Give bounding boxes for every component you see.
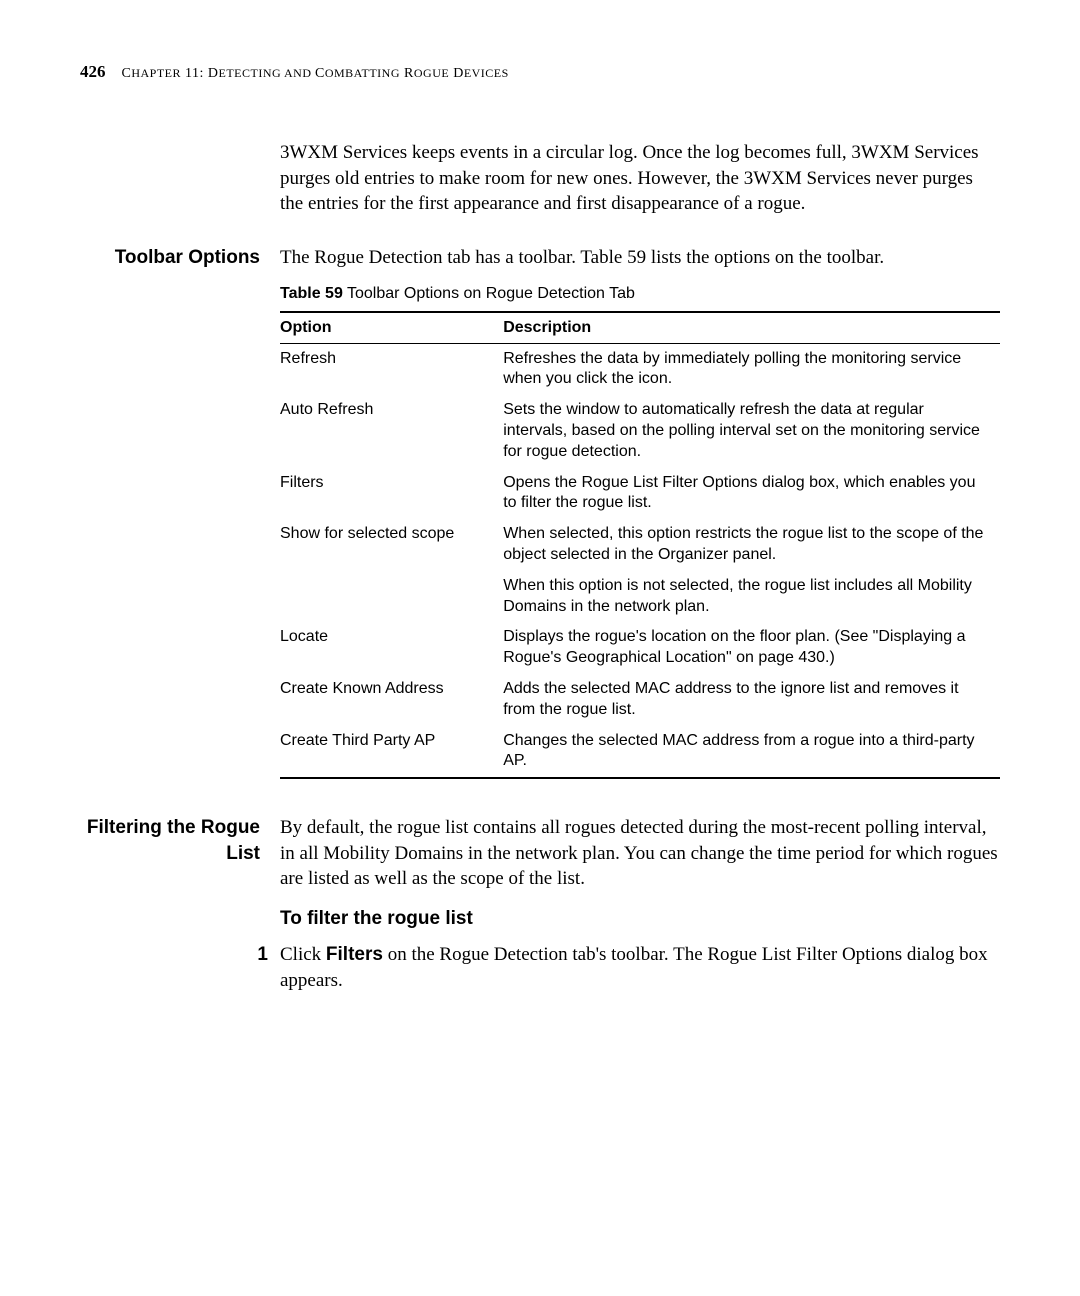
table-cell-desc: When this option is not selected, the ro…	[503, 571, 1000, 623]
table-cell-desc: Adds the selected MAC address to the ign…	[503, 674, 1000, 726]
filtering-section-body: By default, the rogue list contains all …	[280, 815, 1000, 892]
page-header: 426 CHAPTER 11: DETECTING AND COMBATTING…	[80, 62, 1000, 82]
filter-rogue-subheading: To filter the rogue list	[280, 908, 1000, 930]
table-header-description: Description	[503, 312, 1000, 344]
table-cell-option: Refresh	[280, 343, 503, 395]
table-row: Create Known AddressAdds the selected MA…	[280, 674, 1000, 726]
table-cell-desc: Displays the rogue's location on the flo…	[503, 622, 1000, 674]
table-caption: Table 59 Toolbar Options on Rogue Detect…	[280, 285, 1000, 303]
page-number: 426	[80, 62, 106, 82]
table-header-row: Option Description	[280, 312, 1000, 344]
table-row: When this option is not selected, the ro…	[280, 571, 1000, 623]
step-post: on the Rogue Detection tab's toolbar. Th…	[280, 944, 988, 991]
table-row: Show for selected scopeWhen selected, th…	[280, 519, 1000, 571]
section-heading-toolbar: Toolbar Options	[80, 245, 280, 271]
toolbar-options-section: Toolbar Options The Rogue Detection tab …	[80, 245, 1000, 271]
toolbar-options-table: Option Description RefreshRefreshes the …	[280, 311, 1000, 780]
section-heading-filtering: Filtering the Rogue List	[80, 815, 280, 866]
table-row: LocateDisplays the rogue's location on t…	[280, 622, 1000, 674]
intro-paragraph: 3WXM Services keeps events in a circular…	[280, 140, 1000, 217]
table-cell-option: Locate	[280, 622, 503, 674]
table-cell-option: Filters	[280, 468, 503, 520]
table-cell-desc: Opens the Rogue List Filter Options dial…	[503, 468, 1000, 520]
table-59: Table 59 Toolbar Options on Rogue Detect…	[280, 285, 1000, 780]
step-number: 1	[250, 942, 280, 968]
table-cell-option	[280, 571, 503, 623]
table-cell-option: Auto Refresh	[280, 395, 503, 467]
table-caption-text: Toolbar Options on Rogue Detection Tab	[343, 285, 635, 302]
table-row: Auto RefreshSets the window to automatic…	[280, 395, 1000, 467]
table-row: FiltersOpens the Rogue List Filter Optio…	[280, 468, 1000, 520]
step-1: 1 Click Filters on the Rogue Detection t…	[250, 942, 1000, 993]
table-row: RefreshRefreshes the data by immediately…	[280, 343, 1000, 395]
table-cell-desc: Sets the window to automatically refresh…	[503, 395, 1000, 467]
table-cell-option: Create Known Address	[280, 674, 503, 726]
table-header-option: Option	[280, 312, 503, 344]
chapter-title: CHAPTER 11: DETECTING AND COMBATTING ROG…	[122, 66, 509, 82]
table-label: Table 59	[280, 285, 343, 302]
step-pre: Click	[280, 944, 326, 965]
table-cell-desc: When selected, this option restricts the…	[503, 519, 1000, 571]
toolbar-section-body: The Rogue Detection tab has a toolbar. T…	[280, 245, 1000, 271]
table-cell-desc: Refreshes the data by immediately pollin…	[503, 343, 1000, 395]
step-body: Click Filters on the Rogue Detection tab…	[280, 942, 1000, 993]
step-bold: Filters	[326, 944, 383, 965]
table-cell-desc: Changes the selected MAC address from a …	[503, 726, 1000, 779]
table-cell-option: Show for selected scope	[280, 519, 503, 571]
table-row: Create Third Party APChanges the selecte…	[280, 726, 1000, 779]
table-cell-option: Create Third Party AP	[280, 726, 503, 779]
filtering-rogue-section: Filtering the Rogue List By default, the…	[80, 815, 1000, 892]
